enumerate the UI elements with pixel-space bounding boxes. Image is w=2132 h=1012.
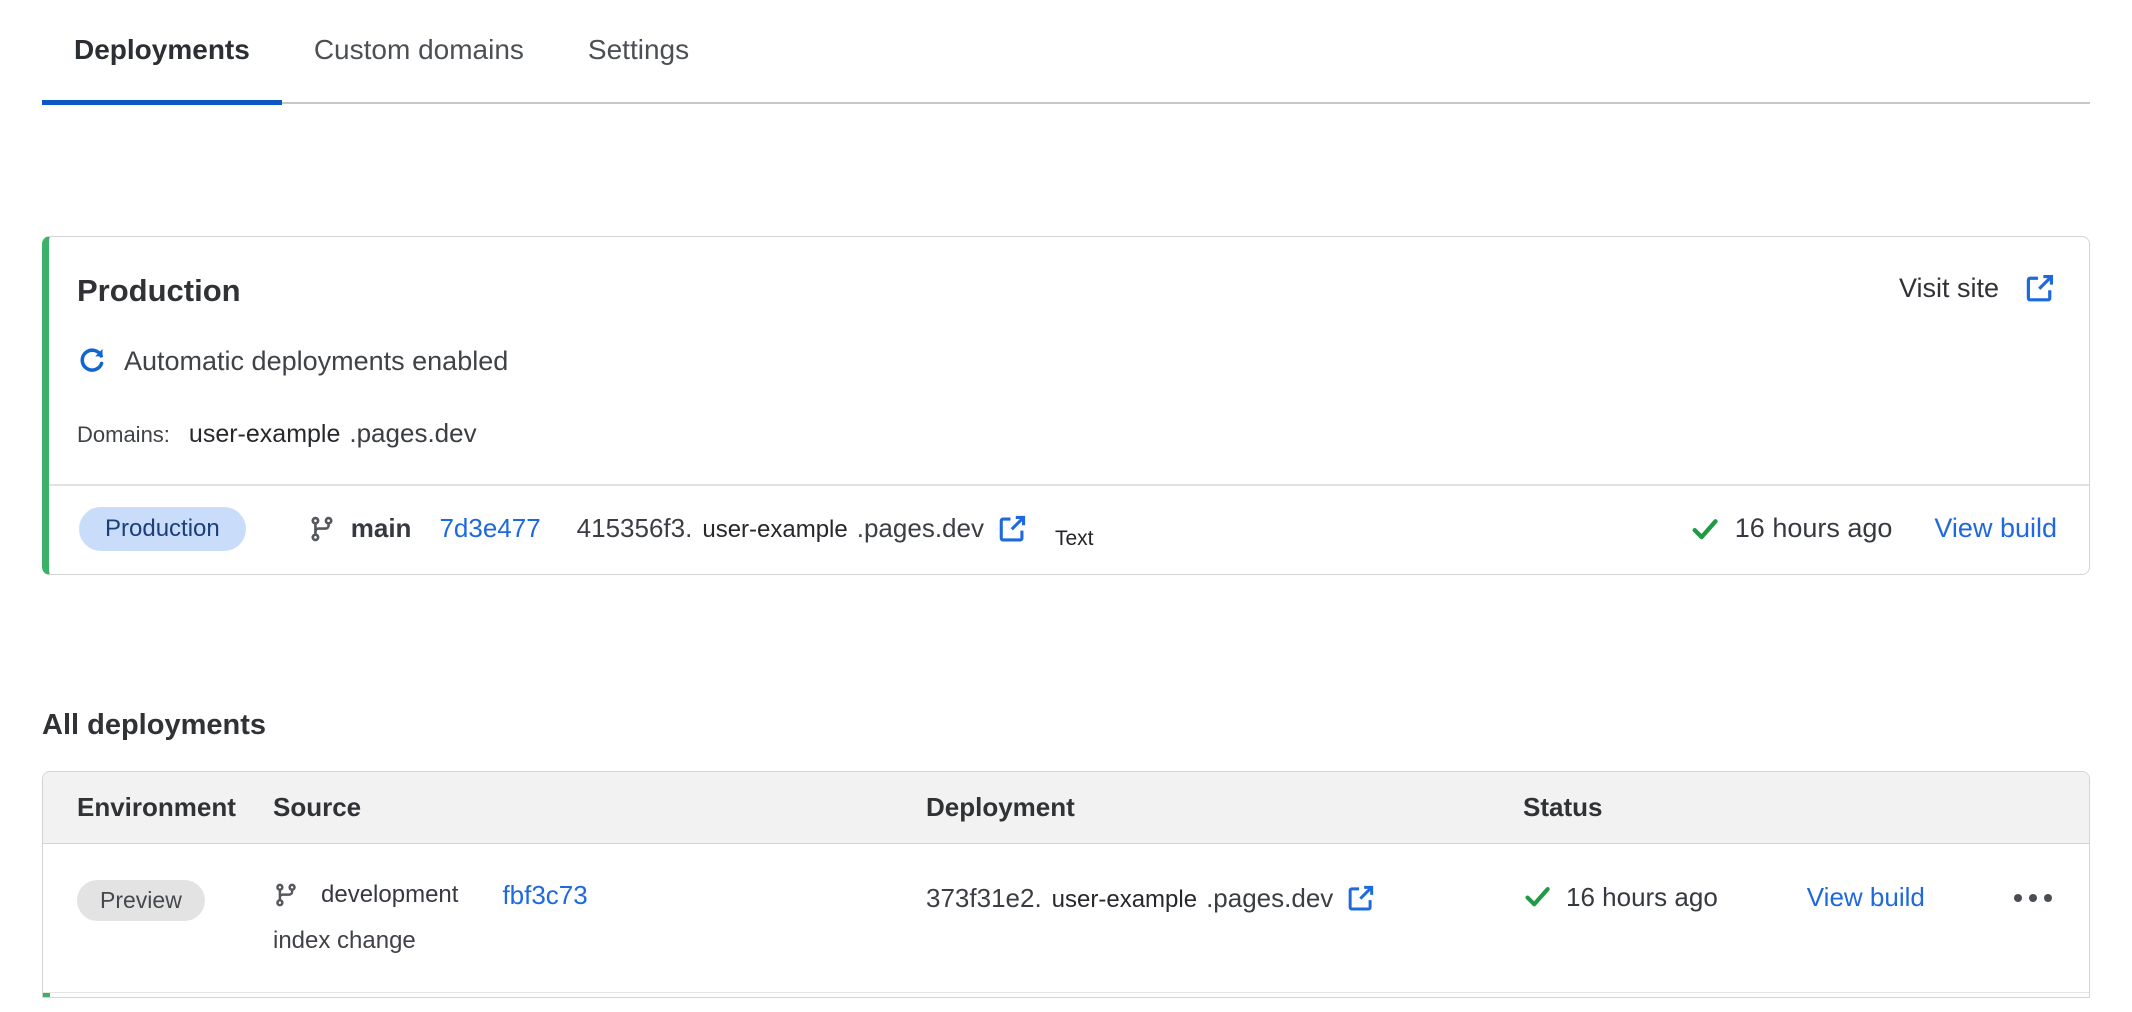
- external-link-icon[interactable]: [1347, 884, 1375, 912]
- column-header-deployment: Deployment: [926, 792, 1523, 823]
- view-build-link[interactable]: View build: [1807, 882, 1925, 913]
- deployment-time: 16 hours ago: [1566, 882, 1718, 913]
- annotation-text: Text: [1055, 527, 1094, 551]
- production-title: Production: [77, 273, 241, 309]
- auto-deploy-status: Automatic deployments enabled: [77, 346, 2055, 377]
- check-icon: [1690, 514, 1720, 544]
- tab-custom-domains[interactable]: Custom domains: [282, 30, 556, 102]
- check-icon: [1523, 882, 1552, 911]
- auto-deploy-label: Automatic deployments enabled: [124, 346, 508, 377]
- domain-project-name: user-example: [189, 420, 340, 449]
- cell-source: development fbf3c73 index change: [273, 880, 926, 992]
- deployment-url-hash: 373f31e2.: [926, 883, 1042, 914]
- refresh-icon: [77, 346, 107, 376]
- deployment-url-hash: 415356f3.: [577, 513, 693, 544]
- all-deployments-heading: All deployments: [42, 709, 2090, 742]
- production-card: Production Visit site Automa: [42, 236, 2090, 575]
- row-divider: [43, 992, 2089, 993]
- next-row-production-indicator: [43, 993, 50, 998]
- view-build-link[interactable]: View build: [1934, 513, 2057, 544]
- column-header-environment: Environment: [77, 792, 273, 823]
- branch-name: development: [321, 881, 458, 909]
- environment-badge-production: Production: [79, 507, 246, 551]
- tab-settings[interactable]: Settings: [556, 30, 721, 102]
- branch-name: main: [351, 513, 412, 544]
- cell-status: 16 hours ago View build: [1523, 882, 2089, 992]
- tab-bar: Deployments Custom domains Settings: [42, 30, 2090, 104]
- deployment-url-suffix: .pages.dev: [857, 513, 984, 544]
- tab-deployments[interactable]: Deployments: [42, 30, 282, 105]
- production-card-body: Production Visit site Automa: [49, 237, 2089, 449]
- visit-site-label: Visit site: [1899, 273, 1999, 304]
- source-line: development fbf3c73: [273, 880, 926, 911]
- domains-label: Domains:: [77, 422, 170, 448]
- production-card-header: Production Visit site: [77, 273, 2055, 309]
- git-branch-icon: [308, 515, 336, 543]
- all-deployments-table: Environment Source Deployment Status Pre…: [42, 771, 2090, 998]
- deployment-url-project: user-example: [1052, 886, 1197, 914]
- commit-link[interactable]: fbf3c73: [502, 880, 587, 911]
- environment-badge-preview: Preview: [77, 880, 205, 921]
- production-deployment-row: Production main 7d3e477 415356f3. user-e…: [49, 486, 2089, 574]
- table-row: Preview development fbf3c73 index change…: [43, 844, 2089, 992]
- deployment-url-project: user-example: [702, 516, 847, 544]
- column-header-source: Source: [273, 792, 926, 823]
- domains-row: Domains: user-example .pages.dev: [77, 418, 2055, 449]
- deployment-url-suffix: .pages.dev: [1206, 883, 1333, 914]
- cell-deployment: 373f31e2. user-example .pages.dev: [926, 883, 1523, 992]
- table-header-row: Environment Source Deployment Status: [43, 772, 2089, 844]
- deployment-url: 415356f3. user-example .pages.dev: [577, 513, 1027, 544]
- domain-suffix: .pages.dev: [349, 418, 476, 449]
- visit-site-link[interactable]: Visit site: [1899, 273, 2055, 304]
- cell-environment: Preview: [77, 880, 273, 992]
- commit-message: index change: [273, 927, 926, 955]
- deployment-time: 16 hours ago: [1735, 513, 1893, 544]
- git-branch-icon: [273, 882, 299, 908]
- deployment-status: 16 hours ago View build: [1690, 513, 2057, 544]
- column-header-status: Status: [1523, 792, 2089, 823]
- commit-link[interactable]: 7d3e477: [439, 513, 540, 544]
- external-link-icon[interactable]: [998, 514, 1027, 543]
- deployment-url: 373f31e2. user-example .pages.dev: [926, 883, 1523, 914]
- external-link-icon: [2025, 273, 2055, 303]
- ellipsis-icon[interactable]: [2014, 882, 2052, 902]
